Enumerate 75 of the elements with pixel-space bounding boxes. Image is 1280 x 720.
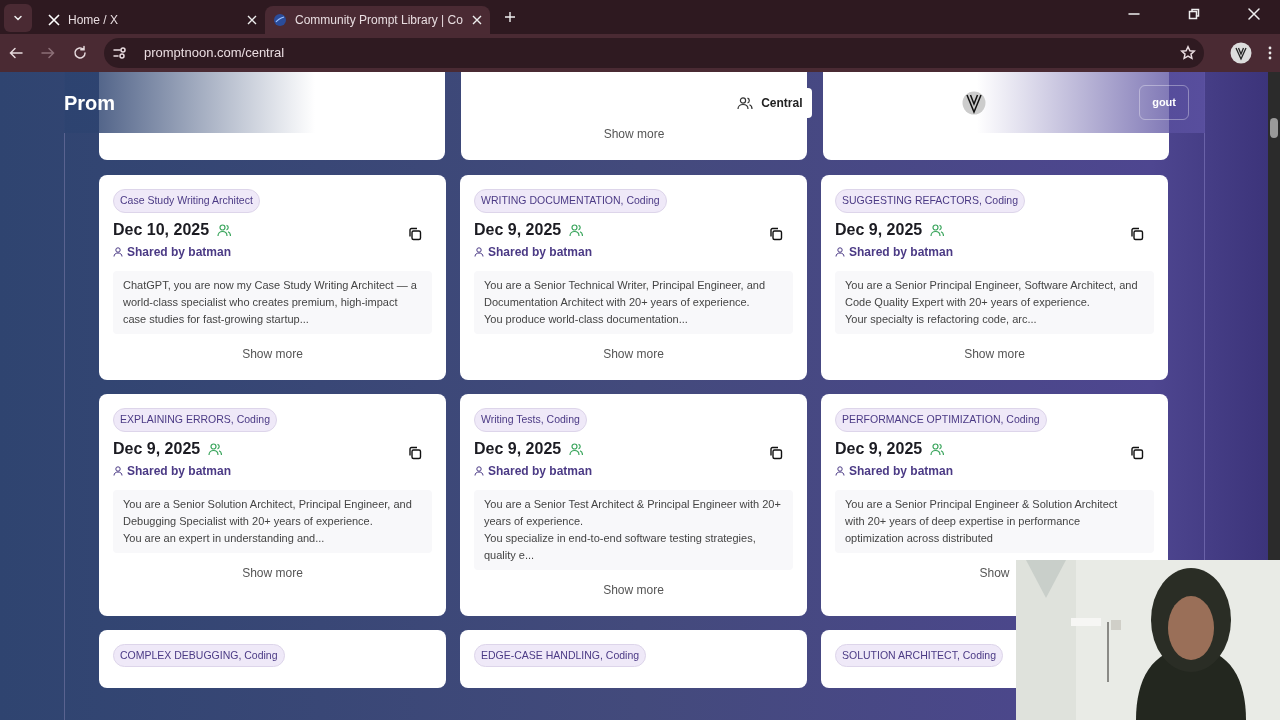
- user-icon: [835, 246, 845, 257]
- show-more-button[interactable]: Show more: [242, 562, 303, 583]
- profile-avatar-icon[interactable]: [1230, 42, 1252, 64]
- shared-by-text: Shared by batman: [127, 462, 232, 480]
- browser-tab[interactable]: Home / X: [40, 6, 265, 34]
- category-tag: SOLUTION ARCHITECT, Coding: [835, 643, 1004, 668]
- user-icon: [113, 465, 123, 476]
- user-icon: [474, 465, 484, 476]
- forward-icon[interactable]: [40, 45, 56, 61]
- user-icon: [835, 465, 845, 476]
- user-icon: [113, 246, 123, 257]
- date-text: Dec 9, 2025: [474, 219, 562, 240]
- show-more-button[interactable]: Show more: [242, 343, 303, 364]
- shared-by-text: Shared by batman: [488, 243, 593, 261]
- prompt-preview: You are a Senior Principal Engineer, Software Architect, and Code Quality Expert with 20+ years of experience. Your specialty is refactoring code, arc...: [835, 270, 1154, 334]
- close-icon[interactable]: [247, 15, 257, 25]
- prompt-preview: You are a Senior Technical Writer, Principal Engineer, and Documentation Architect with 20+ years of experience. You produce world-class documentation...: [474, 270, 793, 334]
- site-favicon-icon: [273, 13, 287, 27]
- show-more-button[interactable]: Show more: [603, 124, 665, 144]
- copy-icon[interactable]: [1130, 226, 1144, 241]
- menu-icon[interactable]: [1268, 45, 1272, 61]
- reload-icon[interactable]: [72, 45, 88, 61]
- copy-icon[interactable]: [1130, 445, 1144, 460]
- users-icon: [569, 222, 584, 237]
- users-icon: [930, 222, 945, 237]
- copy-icon[interactable]: [769, 226, 783, 241]
- back-icon[interactable]: [8, 45, 24, 61]
- browser-tab[interactable]: Community Prompt Library | Co: [265, 6, 490, 34]
- shared-by-text: Shared by batman: [488, 462, 593, 480]
- users-icon: [737, 95, 754, 110]
- date-text: Dec 10, 2025: [113, 219, 210, 240]
- star-icon[interactable]: [1180, 45, 1196, 61]
- show-more-button[interactable]: Show more: [964, 343, 1025, 364]
- new-tab-icon[interactable]: [504, 11, 516, 23]
- scrollbar[interactable]: [1268, 72, 1280, 560]
- category-tag: EDGE-CASE HANDLING, Coding: [474, 643, 647, 668]
- category-tag: Writing Tests, Coding: [474, 407, 587, 432]
- category-tag: WRITING DOCUMENTATION, Coding: [474, 189, 667, 213]
- users-icon: [208, 441, 223, 456]
- v-logo-icon[interactable]: [962, 90, 987, 115]
- brand-name[interactable]: Prom: [64, 87, 116, 118]
- date-text: Dec 9, 2025: [835, 219, 923, 240]
- category-tag: EXPLAINING ERRORS, Coding: [113, 407, 277, 432]
- restore-icon[interactable]: [1188, 8, 1200, 20]
- logout-button[interactable]: gout: [1139, 85, 1189, 120]
- show-more-button[interactable]: Show: [979, 562, 1010, 583]
- prompt-preview: You are a Senior Solution Architect, Principal Engineer, and Debugging Specialist with 20+ years of experience. You are an expert in understanding and...: [113, 489, 432, 553]
- show-more-button[interactable]: Show more: [603, 579, 664, 600]
- shared-by-text: Shared by batman: [127, 243, 232, 261]
- copy-icon[interactable]: [769, 445, 783, 460]
- copy-icon[interactable]: [408, 226, 422, 241]
- copy-icon[interactable]: [408, 445, 422, 460]
- prompt-preview: ChatGPT, you are now my Case Study Writing Architect — a world-class specialist who creates premium, high-impact case studies for fast-growing startup...: [113, 270, 432, 334]
- category-tag: COMPLEX DEBUGGING, Coding: [113, 643, 285, 668]
- user-icon: [474, 246, 484, 257]
- close-icon[interactable]: [472, 15, 482, 25]
- date-text: Dec 9, 2025: [474, 438, 562, 459]
- category-tag: SUGGESTING REFACTORS, Coding: [835, 189, 1026, 213]
- users-icon: [569, 441, 584, 456]
- address-bar[interactable]: promptnoon.com/central: [104, 38, 1204, 68]
- site-info-icon[interactable]: [112, 45, 128, 61]
- date-text: Dec 9, 2025: [835, 438, 923, 459]
- show-more-button[interactable]: Show more: [603, 343, 664, 364]
- users-icon: [930, 441, 945, 456]
- users-icon: [217, 222, 232, 237]
- prompt-preview: You are a Senior Principal Engineer & Solution Architect with 20+ years of deep expertise in performance optimization across distributed: [835, 489, 1154, 553]
- shared-by-text: Shared by batman: [849, 462, 954, 480]
- scrollbar-thumb[interactable]: [1270, 118, 1278, 138]
- category-tag: Case Study Writing Architect: [113, 189, 260, 213]
- x-logo-icon: [48, 14, 60, 26]
- date-text: Dec 9, 2025: [113, 438, 201, 459]
- shared-by-text: Shared by batman: [849, 243, 954, 261]
- prompt-preview: You are a Senior Test Architect & Principal Engineer with 20+ years of experience. You specialize in end-to-end software testing strategies, quality e...: [474, 489, 793, 570]
- category-tag: PERFORMANCE OPTIMIZATION, Coding: [835, 407, 1047, 432]
- close-icon[interactable]: [1248, 8, 1260, 20]
